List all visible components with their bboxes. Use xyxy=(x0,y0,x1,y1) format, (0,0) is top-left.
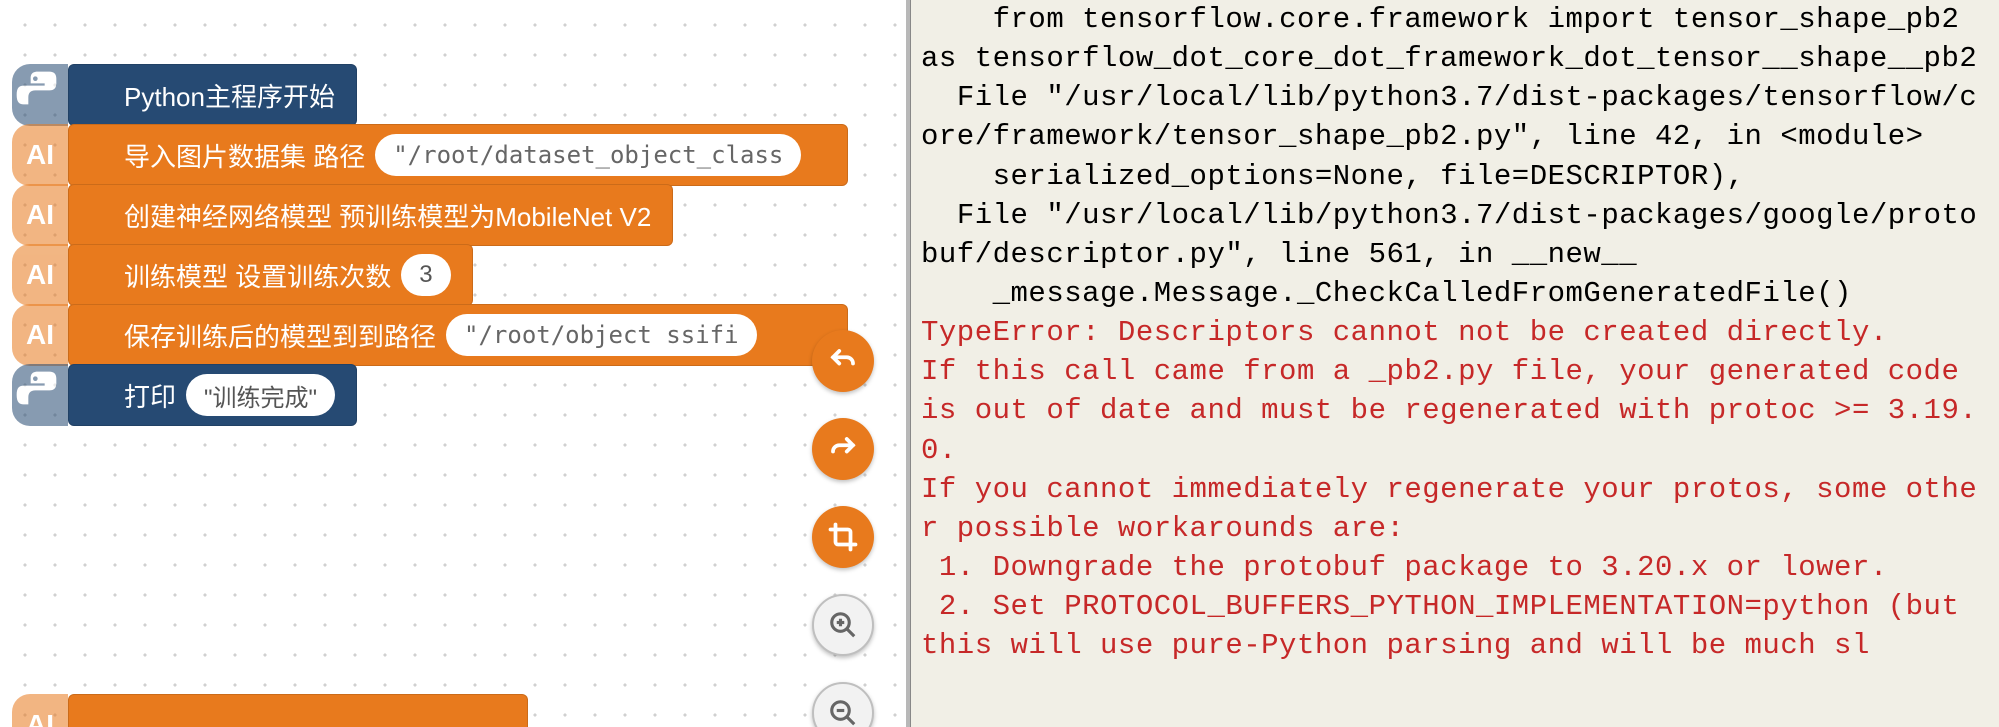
undo-button[interactable] xyxy=(812,330,874,392)
block-import-dataset[interactable]: 导入图片数据集 路径 "/root/dataset_object_class xyxy=(68,124,848,186)
block-label: Python主程序开始 xyxy=(124,77,335,114)
block-create-model[interactable]: 创建神经网络模型 预训练模型为MobileNet V2 xyxy=(68,184,673,246)
canvas-toolbar xyxy=(812,330,874,727)
python-icon xyxy=(12,64,68,126)
zoom-out-button[interactable] xyxy=(812,682,874,727)
print-value-input[interactable]: "训练完成" xyxy=(186,374,335,416)
block-label: 创建神经网络模型 预训练模型为MobileNet V2 xyxy=(124,197,651,234)
dataset-path-input[interactable]: "/root/dataset_object_class xyxy=(375,134,801,176)
block-partial-bottom[interactable] xyxy=(68,694,528,727)
block-editor-canvas[interactable]: Python主程序开始 AI 导入图片数据集 路径 "/root/dataset… xyxy=(0,0,910,727)
block-train-model[interactable]: 训练模型 设置训练次数 3 xyxy=(68,244,473,306)
python-icon xyxy=(12,364,68,426)
console-output[interactable]: from tensorflow.core.framework import te… xyxy=(910,0,1999,727)
ai-icon: AI xyxy=(12,304,68,366)
redo-button[interactable] xyxy=(812,418,874,480)
block-save-model[interactable]: 保存训练后的模型到到路径 "/root/object ssifi xyxy=(68,304,848,366)
save-path-input[interactable]: "/root/object ssifi xyxy=(446,314,757,356)
block-print[interactable]: 打印 "训练完成" xyxy=(68,364,357,426)
ai-icon: AI xyxy=(12,244,68,306)
zoom-in-button[interactable] xyxy=(812,594,874,656)
block-label: 保存训练后的模型到到路径 xyxy=(124,317,436,354)
block-label: 导入图片数据集 路径 xyxy=(124,137,365,174)
crop-button[interactable] xyxy=(812,506,874,568)
ai-icon: AI xyxy=(12,184,68,246)
train-count-input[interactable]: 3 xyxy=(401,254,450,296)
ai-icon: AI xyxy=(12,694,68,727)
block-stack-main: Python主程序开始 AI 导入图片数据集 路径 "/root/dataset… xyxy=(68,64,848,424)
block-label: 训练模型 设置训练次数 xyxy=(124,257,391,294)
console-stdout: from tensorflow.core.framework import te… xyxy=(921,3,1977,310)
ai-icon: AI xyxy=(12,124,68,186)
console-error: TypeError: Descriptors cannot not be cre… xyxy=(921,316,1977,662)
block-program-start[interactable]: Python主程序开始 xyxy=(68,64,357,126)
block-label: 打印 xyxy=(124,377,176,414)
